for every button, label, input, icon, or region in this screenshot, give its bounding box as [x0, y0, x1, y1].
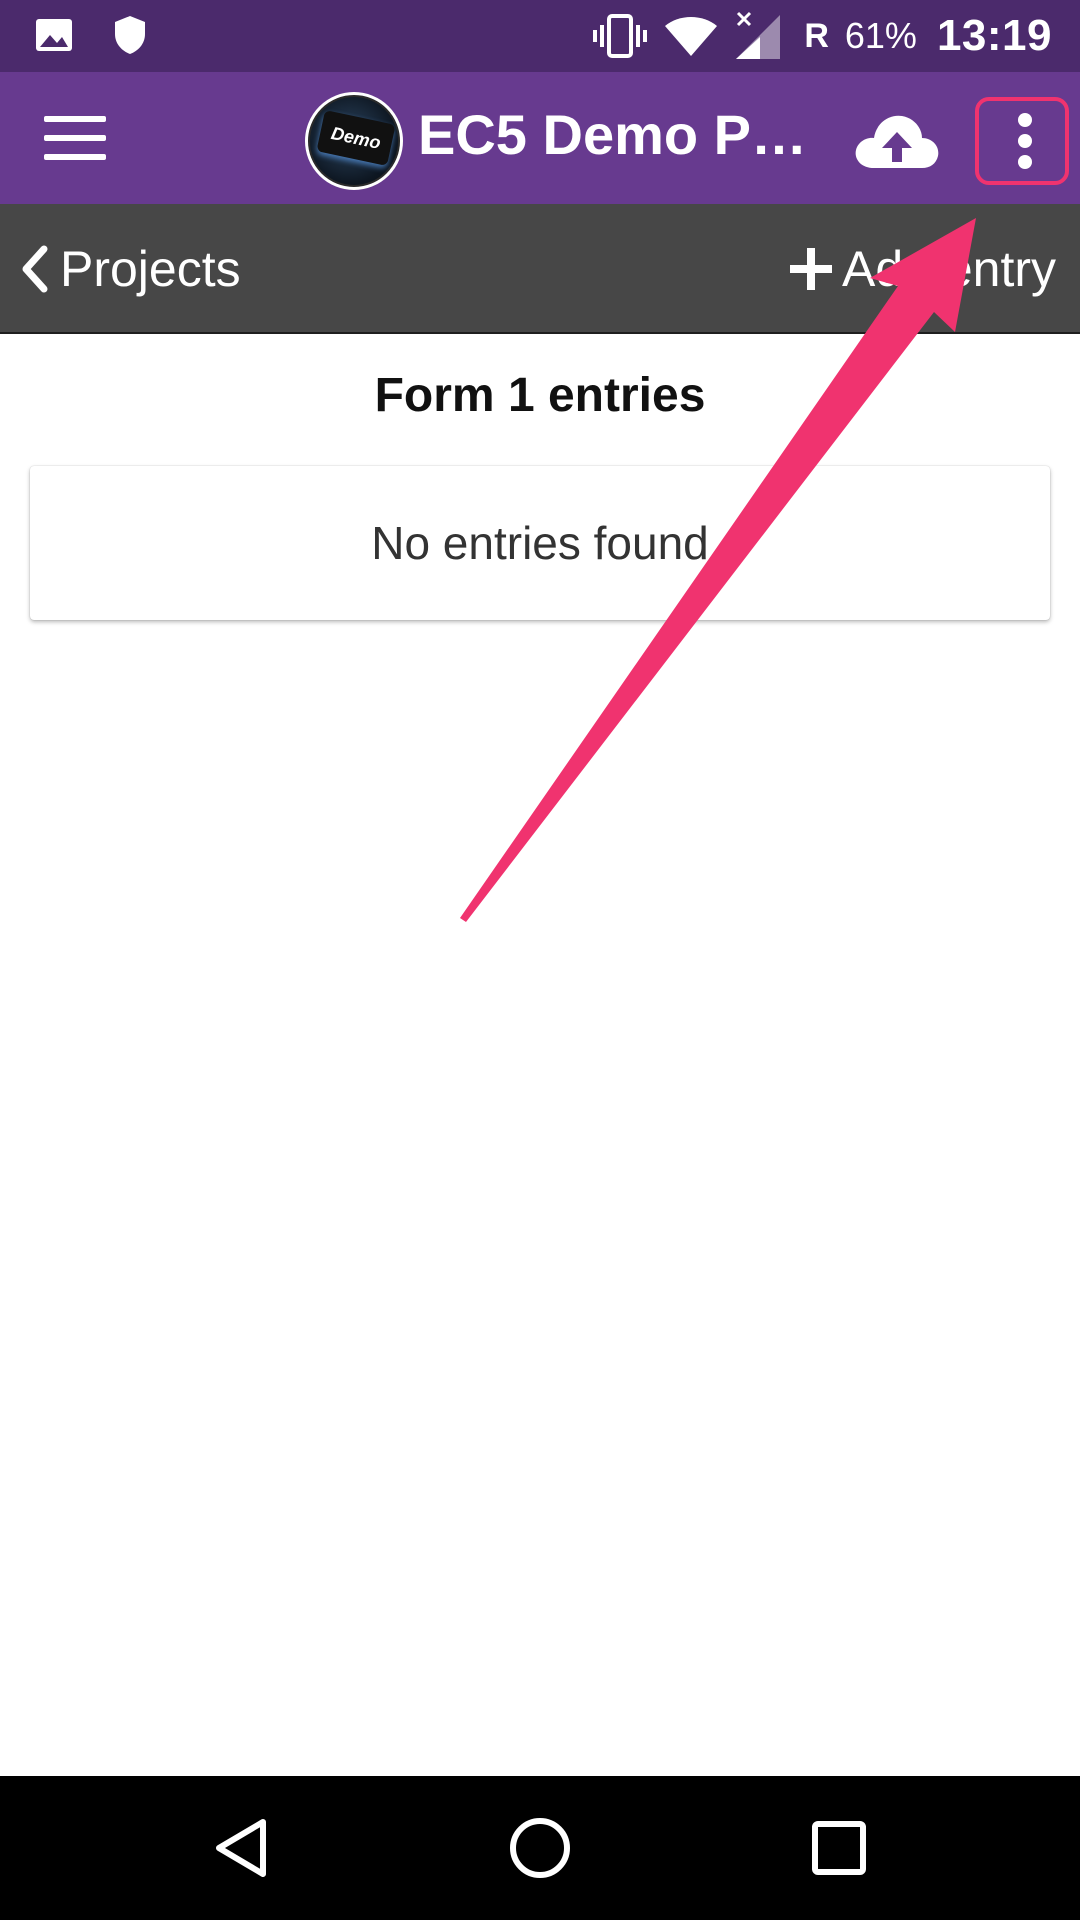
more-vertical-icon[interactable]: [975, 97, 1069, 185]
back-label: Projects: [60, 241, 241, 297]
signal-icon: [736, 11, 781, 59]
plus-icon: [789, 248, 832, 290]
status-bar: R 61% 13:19: [0, 0, 1080, 72]
wifi-icon: [665, 17, 718, 56]
app-bar: Demo EC5 Demo P…: [0, 72, 1080, 204]
project-logo: Demo: [305, 92, 403, 190]
add-entry-button[interactable]: Add entry: [789, 239, 1056, 299]
add-entry-label: Add entry: [841, 241, 1056, 297]
empty-state-card: No entries found: [30, 466, 1050, 620]
shield-icon: [115, 16, 145, 54]
cloud-upload-icon[interactable]: [852, 110, 942, 170]
home-circle-icon[interactable]: [504, 1812, 576, 1884]
roaming-indicator: R: [804, 16, 829, 55]
back-to-projects-button[interactable]: Projects: [20, 239, 241, 299]
page-title: Form 1 entries: [374, 369, 706, 422]
battery-level: 61%: [844, 15, 917, 56]
back-triangle-icon[interactable]: [205, 1812, 277, 1884]
action-bar: Projects Add entry: [0, 204, 1080, 334]
recents-square-icon[interactable]: [803, 1812, 875, 1884]
empty-state-message: No entries found: [371, 517, 709, 569]
image-icon: [36, 19, 72, 51]
project-title: EC5 Demo P…: [418, 103, 807, 166]
vibrate-icon: [593, 14, 648, 58]
chevron-left-icon: [22, 245, 48, 293]
system-nav-bar: [0, 1776, 1080, 1920]
menu-icon[interactable]: [44, 116, 108, 160]
clock: 13:19: [936, 11, 1052, 60]
project-logo-text: Demo: [316, 109, 396, 167]
